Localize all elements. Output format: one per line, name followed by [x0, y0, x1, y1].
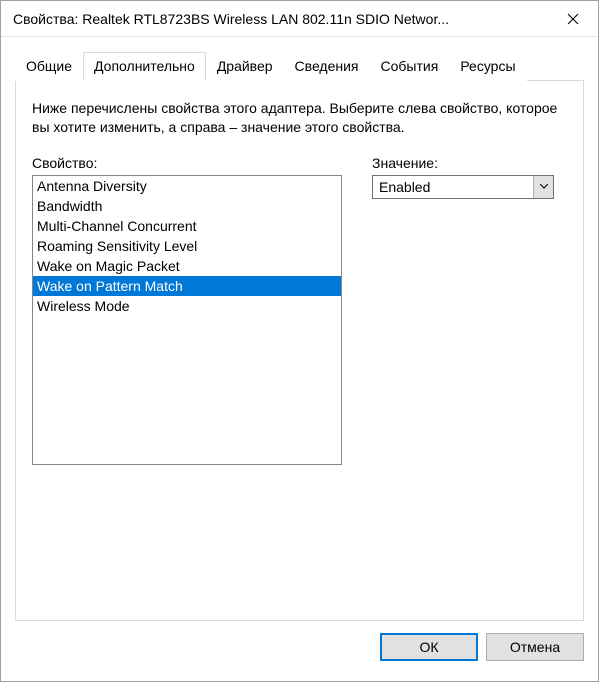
chevron-down-icon [540, 184, 548, 189]
tab-resources[interactable]: Ресурсы [449, 52, 526, 81]
tab-driver[interactable]: Драйвер [206, 52, 284, 81]
button-bar: ОК Отмена [1, 621, 598, 675]
list-item[interactable]: Antenna Diversity [33, 176, 341, 196]
list-item[interactable]: Bandwidth [33, 196, 341, 216]
dialog-content: Общие Дополнительно Драйвер Сведения Соб… [1, 37, 598, 621]
cancel-button[interactable]: Отмена [486, 633, 584, 661]
description-text: Ниже перечислены свойства этого адаптера… [32, 99, 567, 137]
close-button[interactable] [550, 3, 596, 35]
list-item[interactable]: Wake on Pattern Match [33, 276, 341, 296]
window-title: Свойства: Realtek RTL8723BS Wireless LAN… [13, 11, 550, 27]
tab-panel: Ниже перечислены свойства этого адаптера… [15, 81, 584, 621]
tab-details[interactable]: Сведения [284, 52, 370, 81]
tab-bar: Общие Дополнительно Драйвер Сведения Соб… [15, 51, 584, 81]
list-item[interactable]: Multi-Channel Concurrent [33, 216, 341, 236]
tab-general[interactable]: Общие [15, 52, 83, 81]
close-icon [567, 13, 579, 25]
ok-button[interactable]: ОК [380, 633, 478, 661]
property-label: Свойство: [32, 155, 342, 171]
dropdown-arrow-button[interactable] [533, 176, 553, 198]
property-listbox[interactable]: Antenna Diversity Bandwidth Multi-Channe… [32, 175, 342, 465]
tab-events[interactable]: События [370, 52, 450, 81]
list-item[interactable]: Roaming Sensitivity Level [33, 236, 341, 256]
list-item[interactable]: Wireless Mode [33, 296, 341, 316]
titlebar: Свойства: Realtek RTL8723BS Wireless LAN… [1, 1, 598, 37]
value-dropdown[interactable]: Enabled [372, 175, 554, 199]
list-item[interactable]: Wake on Magic Packet [33, 256, 341, 276]
tab-advanced[interactable]: Дополнительно [83, 52, 206, 81]
value-label: Значение: [372, 155, 567, 171]
dropdown-value: Enabled [373, 179, 533, 195]
property-column: Свойство: Antenna Diversity Bandwidth Mu… [32, 155, 342, 465]
value-column: Значение: Enabled [372, 155, 567, 465]
form-row: Свойство: Antenna Diversity Bandwidth Mu… [32, 155, 567, 465]
